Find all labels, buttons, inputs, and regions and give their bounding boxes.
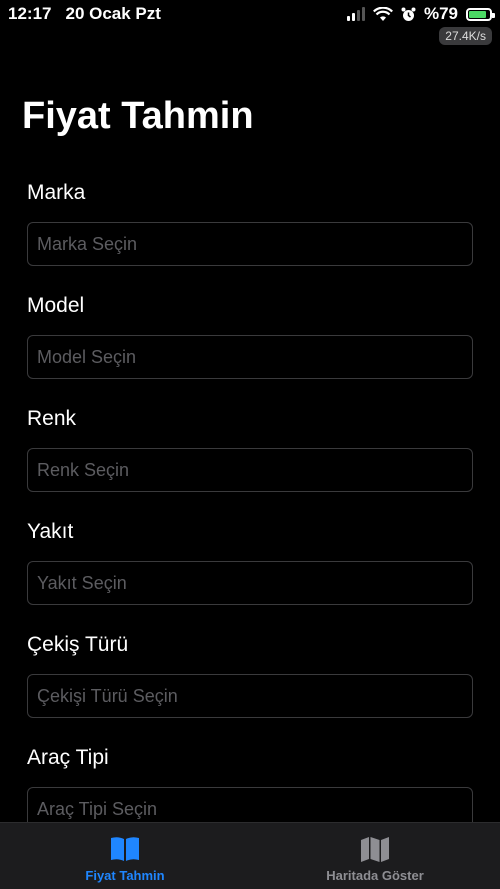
field-yakit: Yakıt Yakıt Seçin — [27, 517, 473, 605]
tab-haritada-goster[interactable]: Haritada Göster — [250, 823, 500, 889]
field-marka: Marka Marka Seçin — [27, 178, 473, 266]
model-select[interactable]: Model Seçin — [27, 335, 473, 379]
field-renk: Renk Renk Seçin — [27, 404, 473, 492]
field-label: Renk — [27, 407, 77, 430]
field-arac-tipi: Araç Tipi Araç Tipi Seçin — [27, 743, 473, 831]
book-icon — [111, 837, 139, 861]
battery-icon — [466, 7, 495, 21]
status-time: 12:17 — [8, 4, 52, 23]
page-title: Fiyat Tahmin — [22, 95, 254, 137]
marka-select[interactable]: Marka Seçin — [27, 222, 473, 266]
field-label: Marka — [27, 181, 86, 204]
tab-label: Fiyat Tahmin — [85, 868, 165, 883]
alarm-icon — [401, 7, 416, 21]
tab-bar: Fiyat Tahmin Haritada Göster — [0, 822, 500, 889]
renk-select[interactable]: Renk Seçin — [27, 448, 473, 492]
network-speed-badge: 27.4K/s — [439, 27, 492, 45]
tab-fiyat-tahmin[interactable]: Fiyat Tahmin — [0, 823, 250, 889]
map-icon — [361, 837, 389, 862]
yakit-select[interactable]: Yakıt Seçin — [27, 561, 473, 605]
field-label: Araç Tipi — [27, 746, 109, 769]
field-label: Model — [27, 294, 85, 317]
battery-percent: %79 — [423, 4, 458, 23]
wifi-icon — [372, 6, 393, 21]
field-label: Yakıt — [27, 520, 74, 543]
field-model: Model Model Seçin — [27, 291, 473, 379]
field-cekis-turu: Çekiş Türü Çekişi Türü Seçin — [27, 630, 473, 718]
price-prediction-form: Marka Marka Seçin Model Model Seçin Renk… — [27, 178, 473, 856]
cekis-turu-select[interactable]: Çekişi Türü Seçin — [27, 674, 473, 718]
signal-icon — [346, 7, 365, 21]
field-label: Çekiş Türü — [27, 633, 129, 656]
status-date: 20 Ocak Pzt — [65, 4, 161, 23]
tab-label: Haritada Göster — [326, 868, 424, 883]
status-bar: 12:17 20 Ocak Pzt %79 — [0, 0, 500, 28]
